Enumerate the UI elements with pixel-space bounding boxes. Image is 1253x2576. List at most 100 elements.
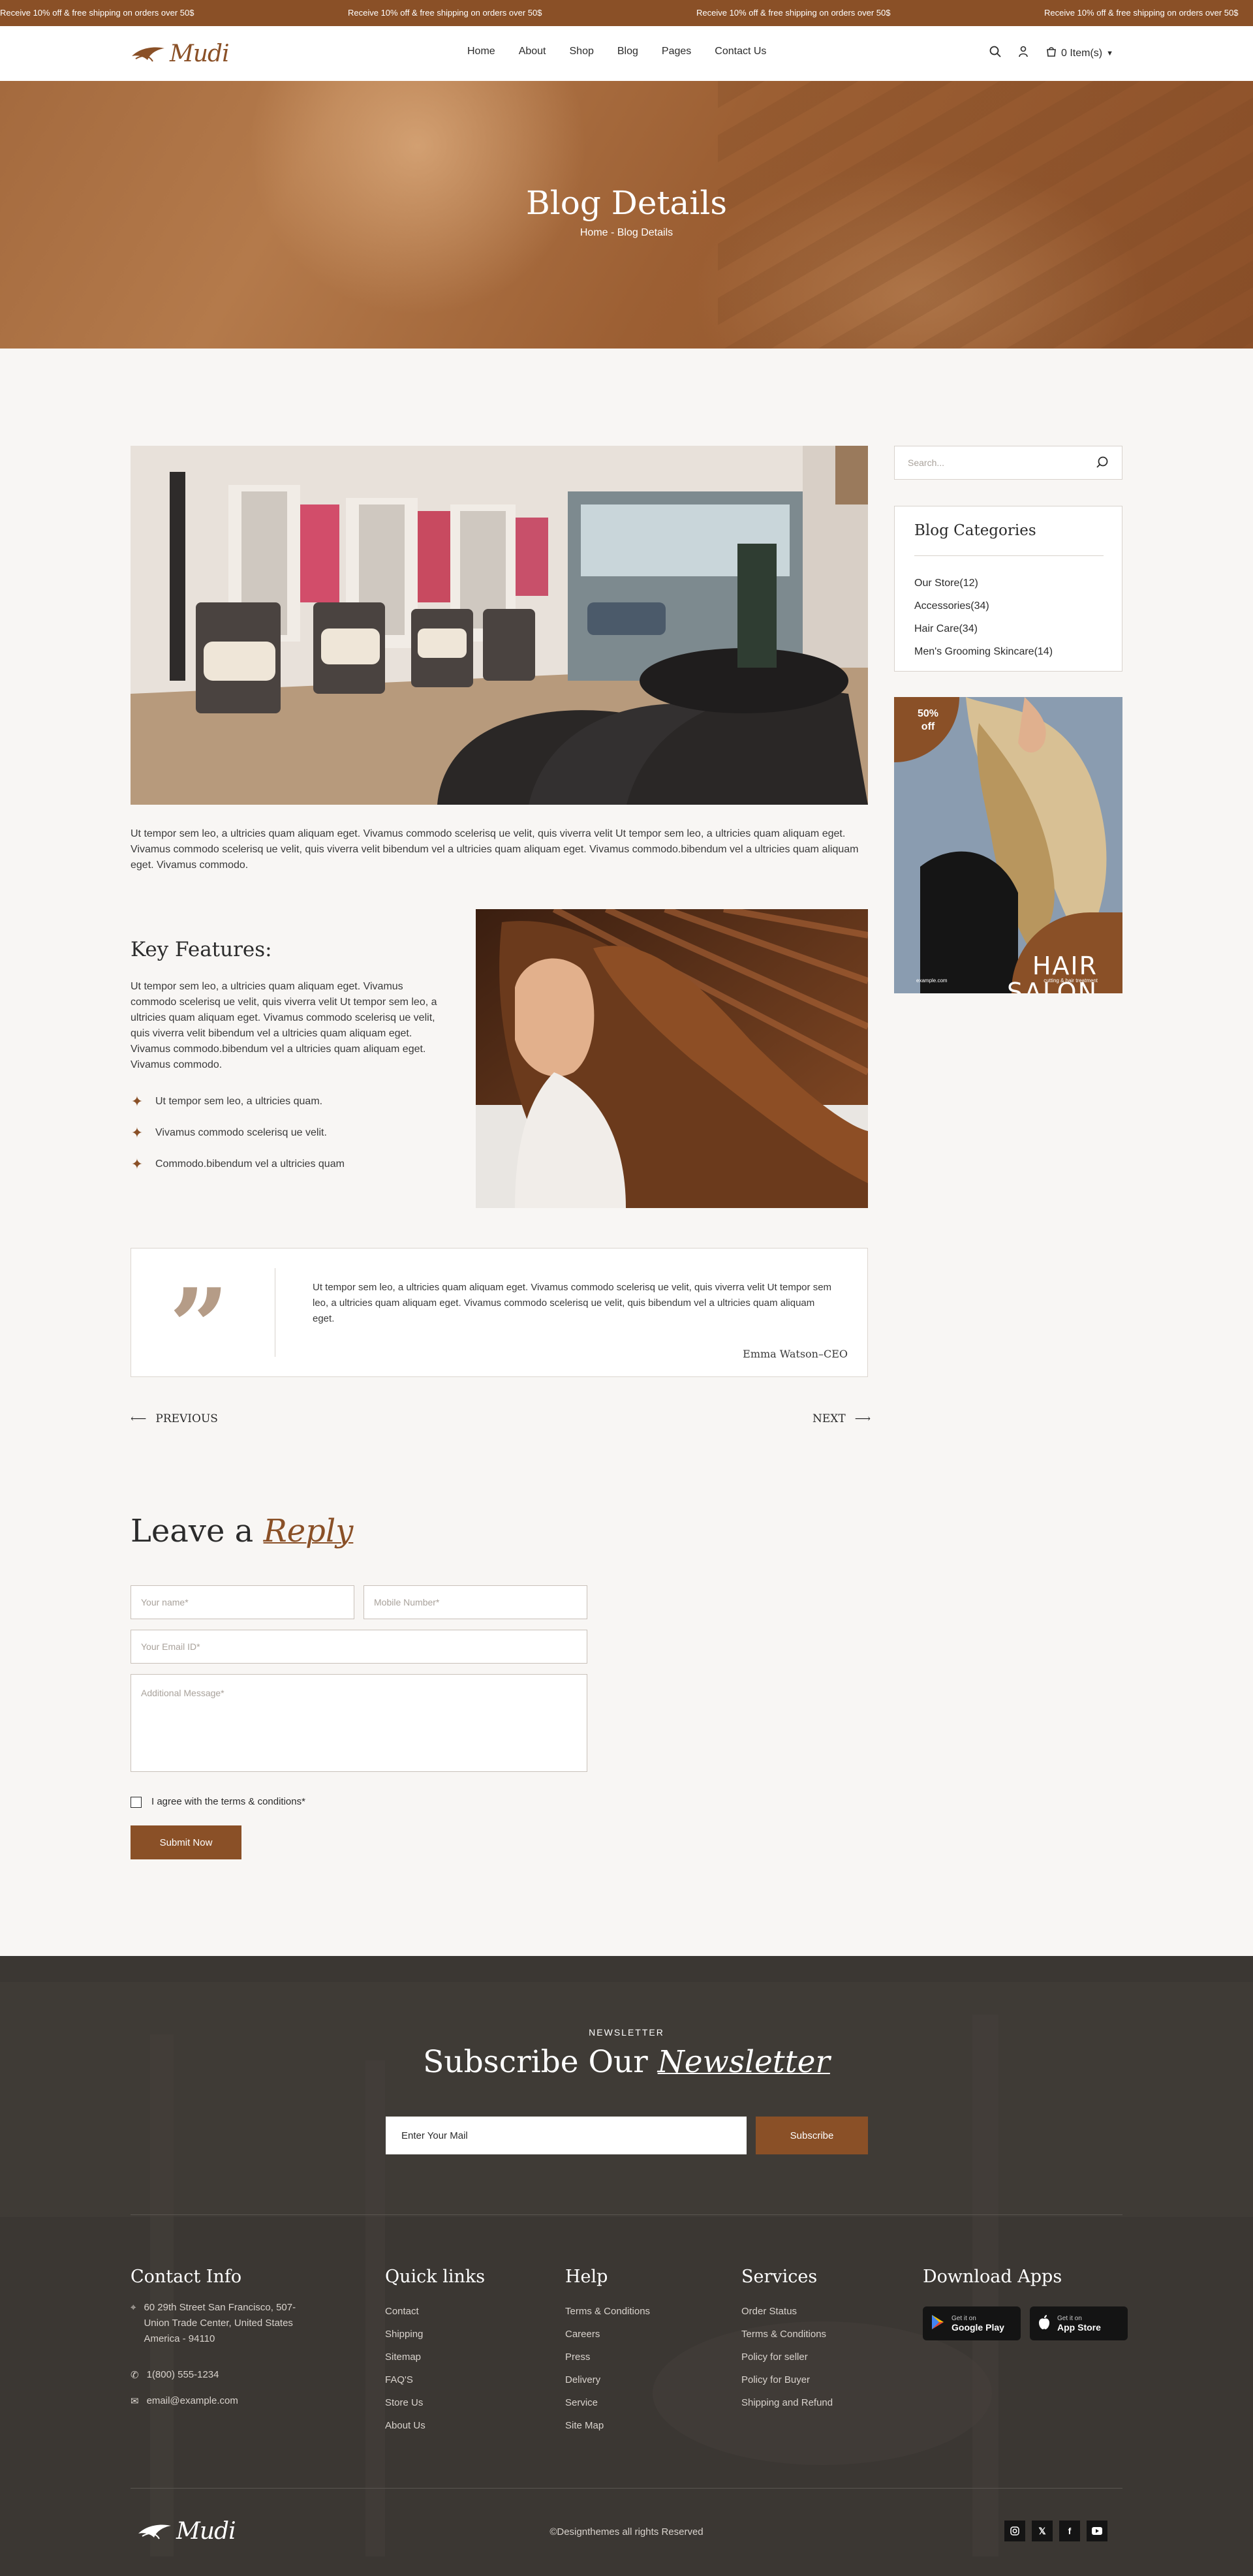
apps-title: Download Apps <box>923 2267 1062 2287</box>
announcement-bar: Receive 10% off & free shipping on order… <box>0 0 1253 26</box>
divider <box>914 555 1104 556</box>
mobile-field[interactable]: Mobile Number* <box>364 1585 587 1619</box>
footer-contact-column: Contact Info ⌖ 60 29th Street San Franci… <box>131 2267 313 2407</box>
footer-link[interactable]: Terms & Conditions <box>741 2323 833 2346</box>
agree-label: I agree with the terms & conditions* <box>151 1796 305 1807</box>
key-features-title: Key Features: <box>131 938 272 961</box>
footer-link[interactable]: Store Us <box>385 2391 485 2414</box>
footer-link[interactable]: Contact <box>385 2300 485 2323</box>
contact-address: ⌖ 60 29th Street San Francisco, 507-Unio… <box>131 2300 313 2347</box>
announcement-text: Receive 10% off & free shipping on order… <box>696 8 891 18</box>
nav-pages[interactable]: Pages <box>662 46 691 57</box>
logo-hair-icon <box>131 44 166 64</box>
nav-shop[interactable]: Shop <box>570 46 594 57</box>
contact-email[interactable]: ✉ email@example.com <box>131 2395 313 2407</box>
x-icon[interactable]: 𝕏 <box>1032 2521 1053 2541</box>
footer-link[interactable]: About Us <box>385 2414 485 2437</box>
chevron-down-icon: ▼ <box>1106 49 1114 57</box>
name-field[interactable]: Your name* <box>131 1585 354 1619</box>
footer-link[interactable]: Service <box>565 2391 650 2414</box>
category-item[interactable]: Our Store(12) <box>914 572 1053 595</box>
breadcrumb: Home - Blog Details <box>580 227 673 238</box>
message-field[interactable]: Additional Message* <box>131 1674 587 1772</box>
footer-link[interactable]: Delivery <box>565 2368 650 2391</box>
sparkle-icon: ✦ <box>131 1125 144 1141</box>
sparkle-icon: ✦ <box>131 1156 144 1172</box>
subscribe-button[interactable]: Subscribe <box>756 2117 868 2154</box>
app-store-label: App Store <box>1057 2321 1101 2333</box>
nav-home[interactable]: Home <box>467 46 495 57</box>
location-pin-icon: ⌖ <box>131 2302 136 2313</box>
nav-contact[interactable]: Contact Us <box>715 46 766 57</box>
cart-button[interactable]: 0 Item(s) ▼ <box>1045 46 1113 61</box>
footer-link[interactable]: Sitemap <box>385 2346 485 2368</box>
google-play-label: Google Play <box>951 2321 1004 2333</box>
blog-categories: Blog Categories Our Store(12) Accessorie… <box>894 506 1122 672</box>
google-play-button[interactable]: Get it on Google Play <box>923 2306 1021 2340</box>
discount-off: off <box>921 721 935 732</box>
sidebar-search[interactable]: Search... <box>894 446 1122 480</box>
quote-author: Emma Watson–CEO <box>743 1348 848 1360</box>
search-input[interactable]: Search... <box>908 458 944 468</box>
category-item[interactable]: Men's Grooming Skincare(14) <box>914 640 1053 663</box>
footer-apps-column: Download Apps <box>923 2267 1062 2300</box>
agree-checkbox[interactable] <box>131 1797 142 1808</box>
search-icon[interactable] <box>1096 456 1109 471</box>
salon-promo-banner[interactable]: 50% off HAIR SALON cutting & hair treatm… <box>894 697 1122 993</box>
footer-link[interactable]: Shipping <box>385 2323 485 2346</box>
key-features-text: Ut tempor sem leo, a ultricies quam aliq… <box>131 981 437 1070</box>
newsletter-email-input[interactable]: Enter Your Mail <box>386 2117 747 2154</box>
page-hero: Blog Details Home - Blog Details <box>0 81 1253 349</box>
next-post-link[interactable]: NEXT ⟶ <box>812 1412 871 1425</box>
footer-link[interactable]: Policy for seller <box>741 2346 833 2368</box>
previous-label: PREVIOUS <box>155 1412 218 1425</box>
facebook-icon[interactable]: f <box>1059 2521 1080 2541</box>
nav-about[interactable]: About <box>519 46 546 57</box>
app-store-button[interactable]: Get it on App Store <box>1030 2306 1128 2340</box>
user-icon[interactable] <box>1018 46 1029 61</box>
site-logo[interactable]: Mudi <box>131 40 230 67</box>
footer-background-shape <box>365 2060 385 2556</box>
search-icon[interactable] <box>989 46 1001 61</box>
feature-text: Commodo.bibendum vel a ultricies quam <box>155 1158 345 1170</box>
footer-link[interactable]: Policy for Buyer <box>741 2368 833 2391</box>
email-field[interactable]: Your Email ID* <box>131 1630 587 1664</box>
announcement-text: Receive 10% off & free shipping on order… <box>1044 8 1239 18</box>
discount-percent: 50% <box>918 708 939 719</box>
submit-button[interactable]: Submit Now <box>131 1825 241 1859</box>
category-item[interactable]: Hair Care(34) <box>914 617 1053 640</box>
instagram-icon[interactable] <box>1004 2521 1025 2541</box>
footer-link[interactable]: Terms & Conditions <box>565 2300 650 2323</box>
address-text: 60 29th Street San Francisco, 507-Union … <box>144 2302 296 2344</box>
arrow-left-icon: ⟵ <box>131 1412 147 1425</box>
logo-text: Mudi <box>170 40 230 67</box>
cart-icon <box>1045 46 1057 61</box>
nav-blog[interactable]: Blog <box>617 46 638 57</box>
footer-link[interactable]: Shipping and Refund <box>741 2391 833 2414</box>
footer-link[interactable]: Careers <box>565 2323 650 2346</box>
main-nav: Home About Shop Blog Pages Contact Us <box>467 46 790 57</box>
salon-title: HAIR SALON <box>894 953 1122 993</box>
google-play-icon <box>931 2314 945 2333</box>
footer-divider <box>131 2214 1122 2215</box>
contact-phone[interactable]: ✆ 1(800) 555-1234 <box>131 2369 313 2381</box>
feature-text: Vivamus commodo scelerisq ue velit. <box>155 1127 327 1138</box>
categories-list: Our Store(12) Accessories(34) Hair Care(… <box>914 572 1053 663</box>
footer-link[interactable]: Press <box>565 2346 650 2368</box>
youtube-icon[interactable] <box>1087 2521 1107 2541</box>
discount-text: 50% off <box>918 707 938 734</box>
footer-link[interactable]: Order Status <box>741 2300 833 2323</box>
email-text: email@example.com <box>146 2395 238 2406</box>
categories-title: Blog Categories <box>914 522 1036 539</box>
quick-links-title: Quick links <box>385 2267 486 2287</box>
footer-quick-links: Quick links Contact Shipping Sitemap FAQ… <box>385 2267 485 2437</box>
newsletter-title-plain: Subscribe Our <box>423 2044 648 2080</box>
previous-post-link[interactable]: ⟵ PREVIOUS <box>131 1412 218 1425</box>
footer-background-shape <box>0 1982 1253 2217</box>
category-item[interactable]: Accessories(34) <box>914 595 1053 617</box>
footer-help-links: Help Terms & Conditions Careers Press De… <box>565 2267 650 2437</box>
footer-link[interactable]: Site Map <box>565 2414 650 2437</box>
footer-link[interactable]: FAQ'S <box>385 2368 485 2391</box>
next-label: NEXT <box>812 1412 846 1425</box>
feature-text: Ut tempor sem leo, a ultricies quam. <box>155 1096 323 1107</box>
